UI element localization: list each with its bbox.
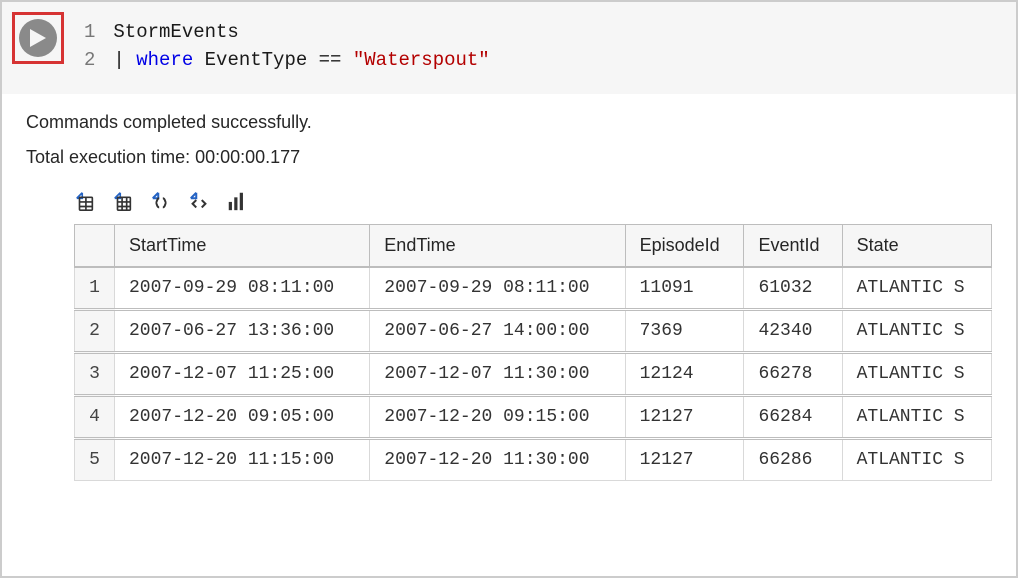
run-button-highlight [12,12,64,64]
table-cell: 11091 [625,267,744,310]
table-cell: 66284 [744,396,842,439]
code-area[interactable]: 1 2 StormEvents | where EventType == "Wa… [84,12,490,74]
export-json-icon[interactable] [150,190,172,212]
column-header[interactable]: EventId [744,225,842,268]
table-cell: 2007-12-20 11:15:00 [115,439,370,481]
row-number: 2 [75,310,115,353]
query-editor: 1 2 StormEvents | where EventType == "Wa… [2,2,1016,94]
results-table-wrap: StartTime EndTime EpisodeId EventId Stat… [74,224,992,481]
execution-time: Total execution time: 00:00:00.177 [26,147,992,168]
table-cell: ATLANTIC S [842,267,991,310]
table-cell: 2007-06-27 14:00:00 [370,310,625,353]
table-row[interactable]: 52007-12-20 11:15:002007-12-20 11:30:001… [75,439,992,481]
export-grid-icon[interactable] [112,190,134,212]
status-message: Commands completed successfully. [26,112,992,133]
table-header-row: StartTime EndTime EpisodeId EventId Stat… [75,225,992,268]
code-keyword: where [136,49,193,71]
code-token: | [113,49,136,71]
row-number: 1 [75,267,115,310]
column-header[interactable]: EndTime [370,225,625,268]
line-number: 1 [84,18,95,46]
table-cell: 2007-06-27 13:36:00 [115,310,370,353]
code-line[interactable]: StormEvents [113,18,489,46]
table-cell: 42340 [744,310,842,353]
table-cell: 12127 [625,396,744,439]
row-number: 3 [75,353,115,396]
row-number: 5 [75,439,115,481]
table-cell: ATLANTIC S [842,396,991,439]
table-cell: ATLANTIC S [842,310,991,353]
rownum-header[interactable] [75,225,115,268]
chart-icon[interactable] [226,190,248,212]
table-row[interactable]: 42007-12-20 09:05:002007-12-20 09:15:001… [75,396,992,439]
results-pane: Commands completed successfully. Total e… [2,94,1016,491]
table-cell: 2007-09-29 08:11:00 [115,267,370,310]
table-cell: 66278 [744,353,842,396]
play-icon [30,29,46,47]
code-token: EventType == [193,49,353,71]
column-header[interactable]: EpisodeId [625,225,744,268]
table-cell: 12124 [625,353,744,396]
column-header[interactable]: State [842,225,991,268]
table-cell: 12127 [625,439,744,481]
code-token: StormEvents [113,21,238,43]
table-cell: 2007-12-20 09:15:00 [370,396,625,439]
table-cell: 2007-12-20 11:30:00 [370,439,625,481]
table-cell: 61032 [744,267,842,310]
table-row[interactable]: 32007-12-07 11:25:002007-12-07 11:30:001… [75,353,992,396]
table-cell: 2007-09-29 08:11:00 [370,267,625,310]
run-button[interactable] [19,19,57,57]
line-gutter: 1 2 [84,18,95,74]
table-cell: 7369 [625,310,744,353]
code-string: "Waterspout" [353,49,490,71]
table-row[interactable]: 12007-09-29 08:11:002007-09-29 08:11:001… [75,267,992,310]
table-cell: ATLANTIC S [842,439,991,481]
table-cell: 2007-12-07 11:25:00 [115,353,370,396]
code-line[interactable]: | where EventType == "Waterspout" [113,46,489,74]
line-number: 2 [84,46,95,74]
table-row[interactable]: 22007-06-27 13:36:002007-06-27 14:00:007… [75,310,992,353]
results-toolbar [74,190,992,212]
table-cell: ATLANTIC S [842,353,991,396]
export-csv-icon[interactable] [74,190,96,212]
table-cell: 66286 [744,439,842,481]
results-table: StartTime EndTime EpisodeId EventId Stat… [74,224,992,481]
table-cell: 2007-12-20 09:05:00 [115,396,370,439]
row-number: 4 [75,396,115,439]
column-header[interactable]: StartTime [115,225,370,268]
table-cell: 2007-12-07 11:30:00 [370,353,625,396]
export-code-icon[interactable] [188,190,210,212]
code-lines[interactable]: StormEvents | where EventType == "Waters… [113,18,489,74]
